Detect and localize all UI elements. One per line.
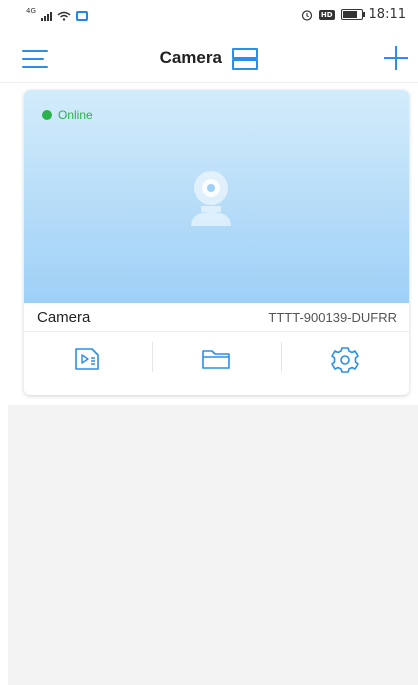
- folder-icon: [202, 350, 231, 369]
- gear-icon: [331, 347, 359, 373]
- hd-badge: HD: [318, 9, 335, 20]
- clock: 18:11: [368, 7, 406, 22]
- online-status-label: Online: [58, 108, 93, 122]
- alarm-icon: [301, 9, 312, 21]
- device-info-row: Camera TTTT-900139-DUFRR: [24, 303, 409, 332]
- camera-preview[interactable]: Online: [24, 90, 409, 303]
- playback-button[interactable]: [24, 332, 152, 395]
- status-right: HD 18:11: [301, 7, 406, 22]
- page-title: Camera: [159, 48, 222, 67]
- network-type: 4G: [26, 7, 36, 15]
- app-notification-icon: [75, 11, 88, 21]
- battery-icon: [340, 9, 365, 20]
- app-header: Camera: [0, 30, 418, 83]
- device-card: Online Camera TTTT-900139-DUFRR: [24, 90, 409, 395]
- empty-content-area: [8, 405, 418, 685]
- camera-icon: [191, 171, 231, 226]
- status-bar: 4G HD 18:11: [0, 0, 418, 30]
- device-actions: [24, 332, 409, 395]
- device-id: TTTT-900139-DUFRR: [268, 310, 397, 325]
- wifi-icon: [57, 11, 71, 21]
- files-button[interactable]: [152, 332, 280, 395]
- status-left: 4G: [26, 7, 88, 21]
- online-dot-icon: [42, 110, 52, 120]
- device-name: Camera: [37, 309, 91, 326]
- plus-icon[interactable]: [384, 46, 408, 70]
- title-area: Camera: [0, 48, 418, 70]
- video-playback-icon: [75, 348, 99, 370]
- layout-toggle-icon[interactable]: [232, 48, 259, 70]
- settings-button[interactable]: [280, 332, 409, 395]
- signal-icon: [40, 11, 52, 21]
- online-status: Online: [42, 108, 93, 122]
